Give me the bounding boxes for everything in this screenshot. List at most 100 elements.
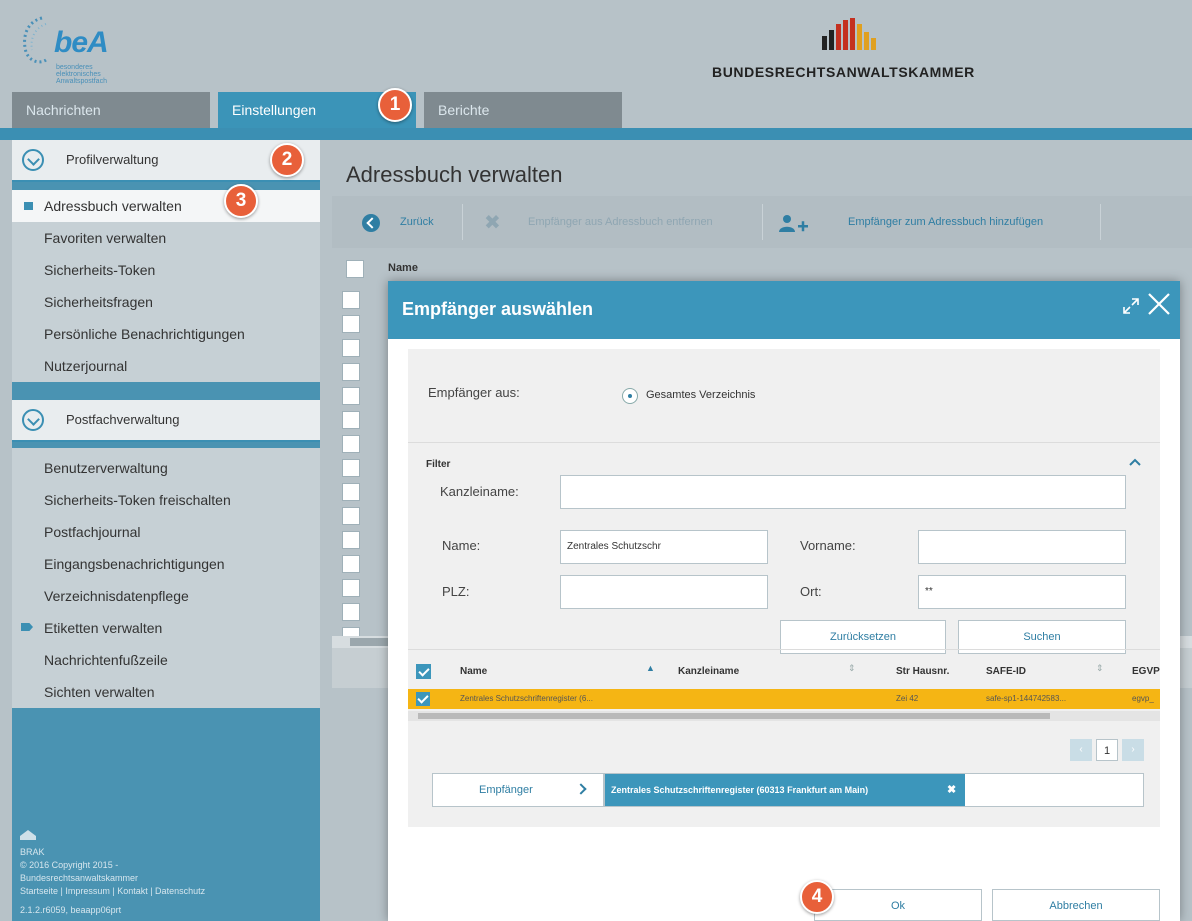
sidebar-item-sichten[interactable]: Sichten verwalten	[12, 676, 320, 708]
recipient-field[interactable]: Zentrales Schutzschriftenregister (60313…	[604, 773, 1144, 807]
ok-button[interactable]: Ok	[814, 889, 982, 921]
cell-egvp: egvp_	[1132, 694, 1154, 703]
sidebar-item-label: Benutzerverwaltung	[44, 460, 168, 476]
select-all-checkbox[interactable]	[346, 260, 364, 278]
back-arrow-icon	[362, 214, 380, 232]
sidebar-item-eingangsbenachrichtigungen[interactable]: Eingangsbenachrichtigungen	[12, 548, 320, 580]
sidebar-item-label: Etiketten verwalten	[44, 620, 163, 636]
sidebar-item-benachrichtigungen[interactable]: Persönliche Benachrichtigungen	[12, 318, 320, 350]
remove-recipient-button[interactable]: ✖ Empfänger aus Adressbuch entfernen	[484, 196, 713, 248]
sort-icon[interactable]: ⇕	[848, 663, 856, 674]
name-field[interactable]: Zentrales Schutzschr	[560, 530, 768, 564]
sidebar-item-label: Persönliche Benachrichtigungen	[44, 326, 245, 342]
col-kanzleiname[interactable]: Kanzleiname	[678, 666, 739, 677]
toolbar: Zurück ✖ Empfänger aus Adressbuch entfer…	[332, 196, 1192, 248]
section-label: Postfachverwaltung	[66, 412, 180, 427]
sidebar-profile-items: Adressbuch verwalten Favoriten verwalten…	[12, 190, 320, 382]
name-label: Name:	[442, 538, 481, 553]
logo-tagline: besonderes elektronisches Anwaltspostfac…	[56, 64, 107, 85]
close-icon[interactable]	[1146, 291, 1172, 317]
sort-asc-icon[interactable]: ▲	[646, 663, 655, 673]
logo-swirl-icon	[23, 16, 47, 64]
col-str-hausnr[interactable]: Str Hausnr.	[896, 666, 949, 677]
sort-icon[interactable]: ⇕	[1096, 663, 1104, 674]
sidebar-item-adressbuch[interactable]: Adressbuch verwalten	[12, 190, 320, 222]
row-checkbox[interactable]	[342, 459, 360, 477]
remove-chip-icon[interactable]: ✖	[947, 774, 956, 806]
recipient-chip-label: Zentrales Schutzschriftenregister (60313…	[611, 785, 869, 795]
sidebar-item-etiketten[interactable]: Etiketten verwalten	[12, 612, 320, 644]
maximize-icon[interactable]	[1120, 295, 1142, 317]
sidebar-item-token-freischalten[interactable]: Sicherheits-Token freischalten	[12, 484, 320, 516]
plz-label: PLZ:	[442, 584, 470, 599]
row-checkbox[interactable]	[342, 603, 360, 621]
row-checkbox[interactable]	[342, 483, 360, 501]
row-checkbox[interactable]	[342, 411, 360, 429]
tab-nachrichten[interactable]: Nachrichten	[12, 92, 210, 128]
row-checkbox[interactable]	[342, 363, 360, 381]
collapse-circle-icon	[22, 409, 44, 431]
sidebar-item-favoriten[interactable]: Favoriten verwalten	[12, 222, 320, 254]
section-label: Profilverwaltung	[66, 152, 159, 167]
col-name[interactable]: Name	[460, 666, 487, 677]
results-row-selected[interactable]: Zentrales Schutzschriftenregister (6... …	[408, 689, 1160, 709]
row-checkbox[interactable]	[416, 692, 430, 706]
vorname-field[interactable]	[918, 530, 1126, 564]
dialog-body: Empfänger aus: Gesamtes Verzeichnis Filt…	[408, 349, 1160, 827]
row-checkbox[interactable]	[342, 579, 360, 597]
row-checkbox[interactable]	[342, 435, 360, 453]
footer-links[interactable]: Startseite | Impressum | Kontakt | Daten…	[20, 885, 310, 898]
sidebar-item-label: Sicherheits-Token freischalten	[44, 492, 231, 508]
row-checkbox[interactable]	[342, 387, 360, 405]
sidebar-item-nutzerjournal[interactable]: Nutzerjournal	[12, 350, 320, 382]
row-checkbox[interactable]	[342, 507, 360, 525]
col-egvp[interactable]: EGVP	[1132, 666, 1160, 677]
vorname-label: Vorname:	[800, 538, 856, 553]
select-all-checkbox[interactable]	[416, 664, 431, 679]
add-person-icon	[779, 215, 808, 232]
row-checkbox[interactable]	[342, 555, 360, 573]
chevron-up-icon[interactable]	[1128, 455, 1142, 469]
step-badge-4: 4	[800, 880, 834, 914]
source-radio[interactable]	[622, 388, 638, 404]
toolbar-divider	[462, 204, 463, 240]
bea-logo[interactable]: beA besonderes elektronisches Anwaltspos…	[20, 14, 130, 85]
ort-field[interactable]: **	[918, 575, 1126, 609]
back-label: Zurück	[400, 216, 434, 228]
page-number[interactable]: 1	[1096, 739, 1118, 761]
row-checkbox[interactable]	[342, 531, 360, 549]
dialog-header: Empfänger auswählen	[388, 281, 1180, 339]
sidebar-item-benutzerverwaltung[interactable]: Benutzerverwaltung	[12, 452, 320, 484]
sidebar-item-postfachjournal[interactable]: Postfachjournal	[12, 516, 320, 548]
kanzleiname-field[interactable]	[560, 475, 1126, 509]
logo-text: beA	[54, 26, 109, 59]
sidebar-item-label: Nachrichtenfußzeile	[44, 652, 168, 668]
back-button[interactable]: Zurück	[362, 196, 434, 248]
sidebar-item-sicherheits-token[interactable]: Sicherheits-Token	[12, 254, 320, 286]
source-option-label[interactable]: Gesamtes Verzeichnis	[646, 389, 755, 401]
cell-name: Zentrales Schutzschriftenregister (6...	[460, 694, 593, 703]
cell-safe-id: safe-sp1-144742583...	[986, 694, 1067, 703]
add-label: Empfänger zum Adressbuch hinzufügen	[848, 216, 1044, 228]
tab-berichte[interactable]: Berichte	[424, 92, 622, 128]
row-checkbox[interactable]	[342, 291, 360, 309]
sidebar-item-fusszeile[interactable]: Nachrichtenfußzeile	[12, 644, 320, 676]
sidebar-item-verzeichnisdatenpflege[interactable]: Verzeichnisdatenpflege	[12, 580, 320, 612]
recipient-button[interactable]: Empfänger	[432, 773, 604, 807]
filter-title: Filter	[426, 459, 451, 470]
list-header-name[interactable]: Name	[388, 262, 418, 274]
prev-page-button[interactable]: ‹	[1070, 739, 1092, 761]
row-checkbox[interactable]	[342, 315, 360, 333]
sidebar-section-postfachverwaltung[interactable]: Postfachverwaltung	[12, 400, 320, 442]
row-checkbox[interactable]	[342, 339, 360, 357]
col-safe-id[interactable]: SAFE-ID	[986, 666, 1026, 677]
sidebar-item-sicherheitsfragen[interactable]: Sicherheitsfragen	[12, 286, 320, 318]
recipient-button-label: Empfänger	[479, 784, 533, 796]
kanzleiname-label: Kanzleiname:	[440, 484, 519, 499]
next-page-button[interactable]: ›	[1122, 739, 1144, 761]
cancel-button[interactable]: Abbrechen	[992, 889, 1160, 921]
plz-field[interactable]	[560, 575, 768, 609]
tag-icon	[21, 623, 33, 631]
add-recipient-button[interactable]: Empfänger zum Adressbuch hinzufügen	[778, 196, 1043, 248]
results-scrollbar[interactable]	[408, 711, 1160, 721]
